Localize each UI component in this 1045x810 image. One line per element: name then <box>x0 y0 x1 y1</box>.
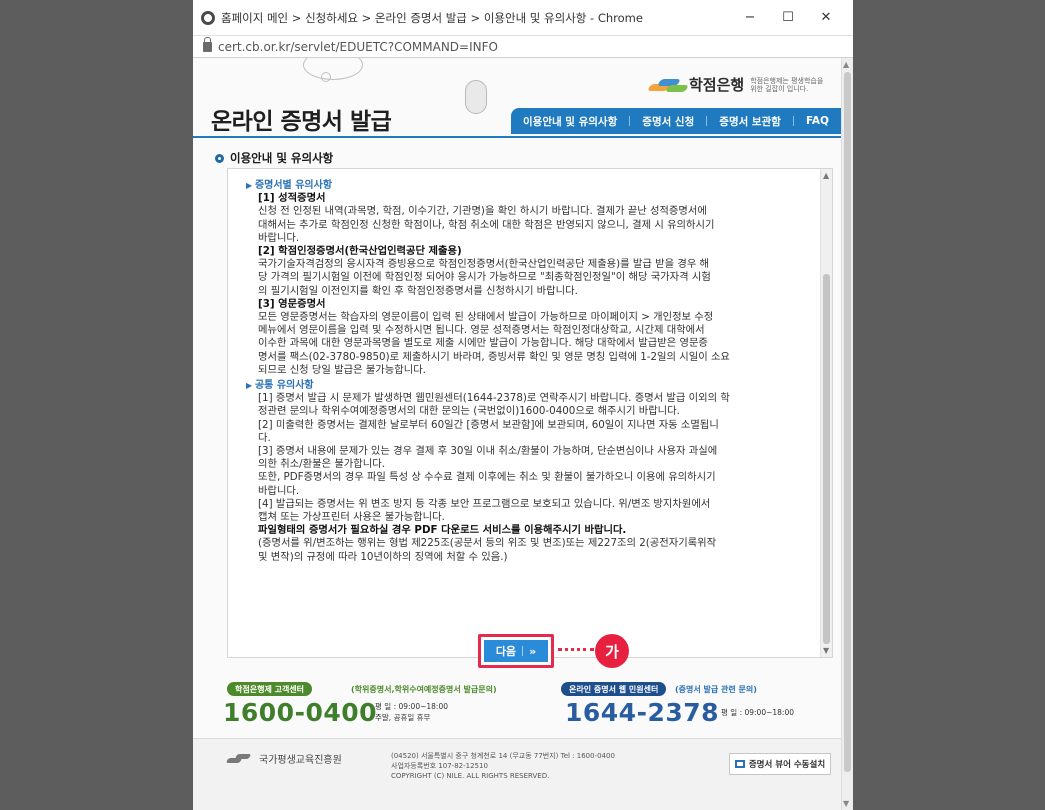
notice-line: 의한 취소/환불은 불가합니다. <box>258 458 385 471</box>
nav-separator <box>792 116 794 126</box>
notice-line: 대해서는 추가로 학점인정 신청한 학점이나, 학점 취소에 대한 학점은 반영… <box>258 218 715 231</box>
notice-line: 의 필기시험일 이전인지를 확인 후 학점인정증명서를 신청하시기 바랍니다. <box>258 284 578 297</box>
url-text: cert.cb.or.kr/servlet/EDUETC?COMMAND=INF… <box>218 39 498 54</box>
nav-item-storage[interactable]: 증명서 보관함 <box>719 114 781 129</box>
page-scroll-down-icon[interactable]: ▼ <box>843 799 849 808</box>
notice-heading: [1] 성적증명서 <box>258 192 326 205</box>
next-button[interactable]: 다음 » <box>484 640 548 662</box>
lock-icon <box>203 36 212 52</box>
copyright: COPYRIGHT (C) NILE. ALL RIGHTS RESERVED. <box>391 772 550 780</box>
nav-item-info[interactable]: 이용안내 및 유의사항 <box>523 114 617 129</box>
minimize-button[interactable]: − <box>731 10 769 25</box>
cb-center-note: (학위증명서,학위수여예정증명서 발급문의) <box>351 685 497 694</box>
monitor-icon <box>734 760 745 768</box>
notice-line: 바랍니다. <box>258 484 300 497</box>
notice-line: [2] 미출력한 증명서는 결제한 날로부터 60일간 [증명서 보관함]에 보… <box>258 418 719 431</box>
section-title-text: 이용안내 및 유의사항 <box>230 151 334 165</box>
next-button-highlight: 다음 » <box>478 634 554 668</box>
address-line: (04520) 서울특별시 중구 청계천로 14 (무교동 77번지) Tel … <box>391 752 615 760</box>
notice-heading: [3] 영문증명서 <box>258 297 326 310</box>
cb-center-holiday: 주말, 공휴일 휴무 <box>375 713 431 722</box>
notice-line: 정관련 문의나 학위수여예정증명서의 대한 문의는 (국번없이)1600-040… <box>258 405 680 418</box>
notice-heading: [2] 학점인정증명서(한국산업인력공단 제출용) <box>258 245 462 258</box>
web-center-note: (증명서 발급 관련 문의) <box>675 685 757 694</box>
page-scroll-up-icon[interactable]: ▲ <box>843 60 849 69</box>
notice-line: 파일형태의 증명서가 필요하실 경우 PDF 다운로드 서비스를 이용해주시기 … <box>258 524 627 537</box>
circle-bullet-icon <box>215 153 224 163</box>
nav-separator <box>706 116 708 126</box>
notice-line: 또한, PDF증명서의 경우 파일 특성 상 수수료 결제 이후에는 취소 및 … <box>258 471 716 484</box>
section-title: 이용안내 및 유의사항 <box>215 150 333 166</box>
chrome-icon <box>201 10 215 25</box>
bank-logo[interactable]: 학점은행 학점은행제는 평생학습을 위한 길잡이 입니다. <box>646 74 830 95</box>
scroll-down-icon[interactable]: ▼ <box>823 646 829 655</box>
notice-line: 국가기술자격검정의 응시자격 증빙용으로 학점인정증명서(한국산업인력공단 제출… <box>258 258 710 271</box>
bank-slogan: 학점은행제는 평생학습을 위한 길잡이 입니다. <box>750 76 824 93</box>
subsection-title: 증명서별 유의사항 <box>246 179 816 192</box>
close-button[interactable]: ✕ <box>807 10 845 25</box>
footer-address: (04520) 서울특별시 중구 청계천로 14 (무교동 77번지) Tel … <box>391 751 615 781</box>
notice-line: 메뉴에서 영문이름을 입력 및 수정하시면 됩니다. 영문 성적증명서는 학점인… <box>258 324 705 337</box>
notice-line: 신청 전 인정된 내역(과목명, 학점, 이수기간, 기관명)을 확인 하시기 … <box>258 205 707 218</box>
notice-line: 이수한 과목에 대한 영문과목명을 별도로 제출 시에만 발급이 가능합니다. … <box>258 337 708 350</box>
page-scroll-thumb[interactable] <box>844 72 851 772</box>
cb-center-hours: 평 일 : 09:00~18:00 <box>375 702 448 711</box>
notice-line: [3] 증명서 내용에 문제가 있는 경우 결제 후 30일 이내 취소/환불이… <box>258 445 718 458</box>
next-button-separator <box>522 646 524 656</box>
site-header: 학점은행 학점은행제는 평생학습을 위한 길잡이 입니다. 온라인 증명서 발급… <box>193 58 841 138</box>
main-nav: 이용안내 및 유의사항 증명서 신청 증명서 보관함 FAQ <box>511 108 841 134</box>
nav-separator <box>629 116 631 126</box>
subsection-title: 공통 유의사항 <box>246 379 816 392</box>
bank-name: 학점은행 <box>689 76 745 94</box>
notice-line: 다. <box>258 431 271 444</box>
institution-name: 국가평생교육진흥원 <box>259 755 342 766</box>
decor-circle <box>303 58 363 80</box>
nav-item-faq[interactable]: FAQ <box>806 115 829 127</box>
viewer-install-button[interactable]: 증명서 뷰어 수동설치 <box>729 753 831 775</box>
maximize-button[interactable]: ☐ <box>769 10 807 25</box>
contact-centers: 학점은행제 고객센터 (학위증명서,학위수여예정증명서 발급문의) 1600-0… <box>193 678 841 734</box>
web-center-label: 온라인 증명서 웹 민원센터 <box>561 682 667 696</box>
browser-window: 홈페이지 메인 > 신청하세요 > 온라인 증명서 발급 > 이용안내 및 유의… <box>193 0 853 810</box>
scroll-up-icon[interactable]: ▲ <box>823 171 829 180</box>
content-scrollbar[interactable]: ▲ ▼ <box>820 169 832 657</box>
notice-line: 캡쳐 또는 가상프린터 사용은 불가능합니다. <box>258 511 445 524</box>
cb-center-phone: 1600-0400 <box>223 698 378 727</box>
mouse-illustration <box>465 80 487 114</box>
notice-line: 바랍니다. <box>258 231 300 244</box>
notice-line: 모든 영문증명서는 학습자의 영문이름이 입력 된 상태에서 발급이 가능하므로… <box>258 311 714 324</box>
annotation-badge: 가 <box>595 634 629 668</box>
header-divider <box>193 136 841 138</box>
content-scroll-thumb[interactable] <box>823 274 830 644</box>
web-center-hours: 평 일 : 09:00~18:00 <box>721 708 794 717</box>
notice-line: [1] 증명서 발급 시 문제가 발생하면 웹민원센터(1644-2378)로 … <box>258 392 730 405</box>
cb-center-label: 학점은행제 고객센터 <box>227 682 313 696</box>
web-center-phone: 1644-2378 <box>565 698 720 727</box>
business-number: 사업자등록번호 107-82-12510 <box>391 762 488 770</box>
notice-line: 및 변작)의 규정에 따라 10년이하의 징역에 처할 수 있음.) <box>258 550 508 563</box>
viewer-install-label: 증명서 뷰어 수동설치 <box>748 760 826 770</box>
nav-item-apply[interactable]: 증명서 신청 <box>642 114 694 129</box>
window-title: 홈페이지 메인 > 신청하세요 > 온라인 증명서 발급 > 이용안내 및 유의… <box>221 10 643 25</box>
notice-line: 당 가격의 필기시험일 이전에 학점인정 되어야 응시가 가능하므로 "최종학점… <box>258 271 711 284</box>
notice-line: (증명서를 위/변조하는 행위는 형법 제225조(공문서 등의 위조 및 변조… <box>258 537 717 550</box>
notice-line: [4] 발급되는 증명서는 위 변조 방지 등 각종 보안 프로그램으로 보호되… <box>258 497 711 510</box>
decor-circle <box>321 72 331 82</box>
site-title[interactable]: 온라인 증명서 발급 <box>211 102 392 136</box>
site-footer: 국가평생교육진흥원 (04520) 서울특별시 중구 청계천로 14 (무교동 … <box>193 738 841 810</box>
double-chevron-right-icon: » <box>529 644 537 658</box>
bank-wave-icon <box>646 76 690 94</box>
page-scrollbar[interactable]: ▲ ▼ <box>841 58 853 810</box>
page-viewport: 학점은행 학점은행제는 평생학습을 위한 길잡이 입니다. 온라인 증명서 발급… <box>193 58 853 810</box>
next-button-label: 다음 <box>495 645 517 658</box>
annotation-connector <box>558 648 594 651</box>
notice-content-box: 증명서별 유의사항 [1] 성적증명서 신청 전 인정된 내역(과목명, 학점,… <box>227 168 833 658</box>
notice-content: 증명서별 유의사항 [1] 성적증명서 신청 전 인정된 내역(과목명, 학점,… <box>246 177 816 564</box>
browser-titlebar: 홈페이지 메인 > 신청하세요 > 온라인 증명서 발급 > 이용안내 및 유의… <box>193 0 853 36</box>
institution-logo[interactable]: 국가평생교육진흥원 <box>225 751 342 766</box>
address-bar[interactable]: cert.cb.or.kr/servlet/EDUETC?COMMAND=INF… <box>193 36 853 58</box>
notice-line: 되므로 신청 당일 발급은 불가능합니다. <box>258 363 426 376</box>
institution-wave-icon <box>225 753 253 765</box>
notice-line: 명서를 팩스(02-3780-9850)로 제출하시기 바라며, 증빙서류 확인… <box>258 350 730 363</box>
